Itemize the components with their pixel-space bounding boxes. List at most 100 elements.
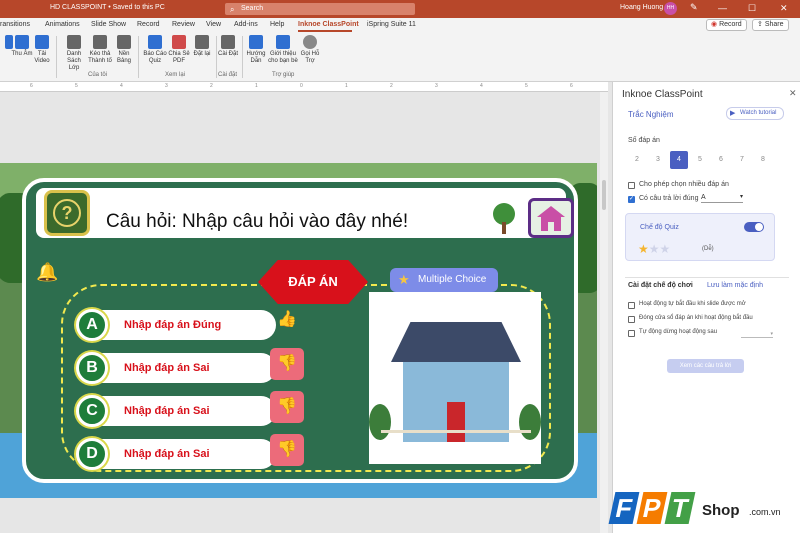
user-name[interactable]: Hoang Huong <box>620 4 663 11</box>
tab-record[interactable]: Record <box>137 21 160 28</box>
vertical-scrollbar[interactable] <box>600 92 608 533</box>
star-icon[interactable]: ★ <box>649 242 660 256</box>
auto-stop-checkbox[interactable] <box>628 330 635 337</box>
minimize-button[interactable]: — <box>718 3 727 13</box>
ribbon-button-guide[interactable]: Hướng Dẫn <box>244 35 268 65</box>
has-correct-checkbox[interactable] <box>628 195 635 203</box>
ribbon-button-settings[interactable]: Cài Đặt <box>216 35 240 58</box>
share-label: Share <box>764 21 784 28</box>
close-button[interactable]: ✕ <box>780 3 788 14</box>
house-illustration[interactable] <box>369 292 541 464</box>
auto-start-checkbox[interactable] <box>628 302 635 309</box>
ruler-tick: 0 <box>300 83 303 89</box>
ribbon-button-share-pdf[interactable]: Chia Sẻ PDF <box>167 35 191 65</box>
logo-letter: T <box>664 492 696 524</box>
difficulty-label: (Dễ) <box>702 246 714 252</box>
watch-tutorial-button[interactable]: ▶ Watch tutorial <box>726 107 784 120</box>
ribbon-button-class-list[interactable]: Danh Sách Lớp <box>62 35 86 72</box>
answer-option-b[interactable]: B Nhập đáp án Sai <box>76 352 276 384</box>
answer-text[interactable]: Nhập đáp án Sai <box>124 448 210 460</box>
title-bar: HD CLASSPOINT • Saved to this PC ⌕ Searc… <box>0 0 800 18</box>
pane-close-icon[interactable]: ✕ <box>789 88 797 99</box>
thumbs-down-icon: 👎 <box>270 391 304 423</box>
ribbon-label: Giới thiệu cho bạn bè <box>268 51 298 64</box>
scrollbar-thumb[interactable] <box>602 180 606 210</box>
auto-stop-timer-select[interactable]: ▾ <box>741 331 773 338</box>
answer-count-option[interactable]: 3 <box>649 151 667 169</box>
answer-count-option[interactable]: 8 <box>754 151 772 169</box>
microphone-icon <box>15 35 29 49</box>
ribbon-button-drag-objects[interactable]: Kéo thả Thành tố <box>88 35 112 65</box>
house-roof <box>391 322 521 362</box>
answer-count-option[interactable]: 5 <box>691 151 709 169</box>
question-text[interactable]: Câu hỏi: Nhập câu hỏi vào đây nhé! <box>106 211 408 233</box>
answer-text[interactable]: Nhập đáp án Sai <box>124 405 210 417</box>
correct-answer-select[interactable]: A ▾ <box>701 194 743 203</box>
tab-slide-show[interactable]: Slide Show <box>91 21 126 28</box>
quiz-mode-toggle[interactable] <box>744 222 764 232</box>
difficulty-stars[interactable]: ★★★ <box>638 242 670 256</box>
ribbon-button-reset[interactable]: Đặt lại <box>190 35 214 58</box>
chevron-down-icon: ▾ <box>739 194 743 200</box>
answer-letter: B <box>76 352 108 384</box>
ribbon-tabs: ransitions Animations Slide Show Record … <box>0 18 800 32</box>
allow-multiple-checkbox[interactable] <box>628 182 635 189</box>
quiz-mode-label: Chế độ Quiz <box>640 224 679 231</box>
document-title: HD CLASSPOINT • Saved to this PC <box>50 4 165 11</box>
ribbon-button-quiz-report[interactable]: Báo Cáo Quiz <box>143 35 167 65</box>
close-submissions-checkbox[interactable] <box>628 316 635 323</box>
view-answers-button[interactable]: Xem các câu trả lời <box>667 359 744 373</box>
ribbon-button-background[interactable]: Nền Bảng <box>112 35 136 65</box>
record-label: Record <box>719 21 742 28</box>
share-button[interactable]: ⇪ Share <box>752 19 789 31</box>
close-submissions-label: Đóng cửa sổ đáp án khi hoạt động bắt đầu <box>639 315 753 321</box>
tab-transitions[interactable]: ransitions <box>0 21 30 28</box>
logo-letter: P <box>636 492 668 524</box>
reset-icon <box>195 35 209 49</box>
tab-animations[interactable]: Animations <box>45 21 80 28</box>
answer-count-option[interactable]: 7 <box>733 151 751 169</box>
answer-text[interactable]: Nhập đáp án Sai <box>124 362 210 374</box>
tab-view[interactable]: View <box>206 21 221 28</box>
report-icon <box>148 35 162 49</box>
star-icon[interactable]: ★ <box>638 242 649 256</box>
multiple-choice-button[interactable]: ★ Multiple Choice <box>390 268 498 292</box>
record-button[interactable]: ◉ Record <box>706 19 747 31</box>
tab-add-ins[interactable]: Add-ins <box>234 21 258 28</box>
ribbon-divider <box>138 36 139 78</box>
watch-tutorial-label: Watch tutorial <box>740 110 777 116</box>
answer-text[interactable]: Nhập đáp án Đúng <box>124 319 221 331</box>
avatar[interactable]: HH <box>664 2 677 15</box>
ruler-tick: 1 <box>255 83 258 89</box>
bell-icon: 🔔 <box>36 262 59 282</box>
tab-help[interactable]: Help <box>270 21 284 28</box>
star-icon[interactable]: ★ <box>660 242 671 256</box>
ribbon-button-refer-friends[interactable]: Giới thiệu cho bạn bè <box>268 35 298 65</box>
slide[interactable]: Câu hỏi: Nhập câu hỏi vào đây nhé! ? 🔔 Đ… <box>0 163 597 498</box>
quiz-mode-box: Chế độ Quiz ★★★ (Dễ) <box>625 213 775 261</box>
answer-option-d[interactable]: D Nhập đáp án Sai <box>76 438 276 470</box>
thumbs-down-icon: 👎 <box>270 434 304 466</box>
ribbon: Thu Âm Tải Video Danh Sách Lớp Kéo thả T… <box>0 32 800 82</box>
save-default-link[interactable]: Lưu làm mặc định <box>707 282 763 289</box>
question-bar[interactable]: Câu hỏi: Nhập câu hỏi vào đây nhé! <box>36 188 574 238</box>
search-box[interactable]: ⌕ Search <box>225 3 415 15</box>
pane-title: Inknoe ClassPoint <box>622 89 703 100</box>
maximize-button[interactable]: ☐ <box>748 3 756 14</box>
tab-review[interactable]: Review <box>172 21 195 28</box>
ribbon-button-upload-video[interactable]: Tải Video <box>30 35 54 65</box>
answer-option-a[interactable]: A Nhập đáp án Đúng <box>76 309 276 341</box>
answer-option-c[interactable]: C Nhập đáp án Sai <box>76 395 276 427</box>
ribbon-button-support[interactable]: Gọi Hỗ Trợ <box>298 35 322 65</box>
num-answers-label: Số đáp án <box>628 137 660 144</box>
ribbon-label: Danh Sách Lớp <box>66 51 82 71</box>
answer-letter: A <box>76 309 108 341</box>
answer-count-option-selected[interactable]: 4 <box>670 151 688 169</box>
tab-inknoe-classpoint[interactable]: Inknoe ClassPoint <box>298 21 359 28</box>
answer-count-option[interactable]: 2 <box>628 151 646 169</box>
thumbs-down-icon: 👎 <box>270 348 304 380</box>
answer-count-option[interactable]: 6 <box>712 151 730 169</box>
guide-icon <box>249 35 263 49</box>
tab-ispring-suite[interactable]: iSpring Suite 11 <box>367 21 416 28</box>
pen-icon[interactable]: ✎ <box>690 2 698 13</box>
